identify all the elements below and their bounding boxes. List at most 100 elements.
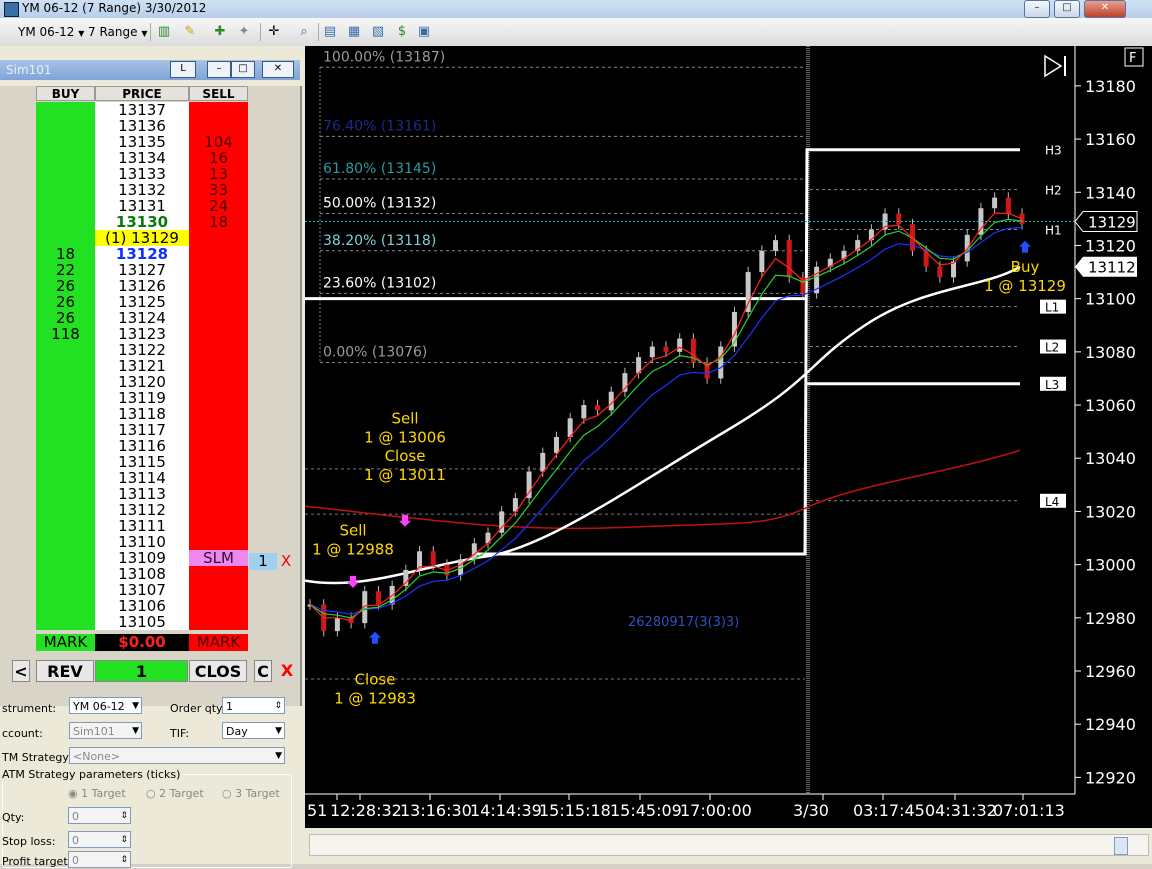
three-target-radio[interactable]: ○ 3 Target bbox=[222, 787, 280, 800]
sell-cell[interactable] bbox=[189, 262, 248, 278]
buy-cell[interactable] bbox=[36, 566, 95, 582]
period-selector[interactable]: 7 Range ▼ bbox=[84, 23, 151, 41]
dom-minimize-button[interactable]: – bbox=[207, 61, 231, 78]
qty-stepper[interactable]: 0 ⇕ bbox=[68, 807, 131, 824]
sell-cell[interactable] bbox=[189, 422, 248, 438]
sell-cell[interactable] bbox=[189, 294, 248, 310]
price-cell[interactable]: 13124 bbox=[95, 310, 189, 326]
sell-cell[interactable] bbox=[189, 486, 248, 502]
sell-cell[interactable] bbox=[189, 518, 248, 534]
sell-cell[interactable]: 16 bbox=[189, 150, 248, 166]
sell-cell[interactable] bbox=[189, 438, 248, 454]
price-cell[interactable]: 13106 bbox=[95, 598, 189, 614]
price-cell[interactable]: 13116 bbox=[95, 438, 189, 454]
price-cell[interactable]: 13113 bbox=[95, 486, 189, 502]
sell-cell[interactable] bbox=[189, 102, 248, 118]
sell-cell[interactable] bbox=[189, 502, 248, 518]
price-cell[interactable]: 13109 bbox=[95, 550, 189, 566]
close-button[interactable]: ✕ bbox=[1084, 0, 1126, 18]
sell-cell[interactable] bbox=[189, 534, 248, 550]
buy-cell[interactable]: 26 bbox=[36, 294, 95, 310]
price-cell[interactable]: 13135 bbox=[95, 134, 189, 150]
sell-cell[interactable] bbox=[189, 614, 248, 630]
sell-cell[interactable]: 24 bbox=[189, 198, 248, 214]
buy-cell[interactable] bbox=[36, 182, 95, 198]
sell-cell[interactable]: 18 bbox=[189, 214, 248, 230]
buy-cell[interactable]: 26 bbox=[36, 310, 95, 326]
instrument-select[interactable]: YM 06-12 ▼ bbox=[69, 697, 142, 714]
x-close-icon[interactable]: X bbox=[280, 660, 294, 682]
sell-cell[interactable] bbox=[189, 342, 248, 358]
sell-cell[interactable]: 104 bbox=[189, 134, 248, 150]
buy-cell[interactable]: 118 bbox=[36, 326, 95, 342]
price-cell[interactable]: 13122 bbox=[95, 342, 189, 358]
sell-cell[interactable] bbox=[189, 118, 248, 134]
sell-cell[interactable] bbox=[189, 278, 248, 294]
cancel-order-icon[interactable]: X bbox=[279, 553, 293, 570]
data-box-icon[interactable]: ▣ bbox=[416, 24, 432, 40]
scroll-thumb[interactable] bbox=[1114, 837, 1128, 855]
buy-cell[interactable] bbox=[36, 422, 95, 438]
buy-cell[interactable] bbox=[36, 454, 95, 470]
sell-cell[interactable] bbox=[189, 390, 248, 406]
price-cell[interactable]: 13118 bbox=[95, 406, 189, 422]
price-cell[interactable]: 13132 bbox=[95, 182, 189, 198]
buy-cell[interactable] bbox=[36, 582, 95, 598]
horizontal-scrollbar[interactable] bbox=[305, 828, 1152, 864]
zoom-icon[interactable]: ⌕ bbox=[296, 24, 312, 40]
properties-icon[interactable]: ▤ bbox=[322, 24, 338, 40]
buy-cell[interactable] bbox=[36, 230, 95, 246]
slm-order-qty[interactable]: 1 bbox=[249, 553, 277, 570]
dom-close-button[interactable]: ✕ bbox=[262, 61, 294, 78]
buy-cell[interactable] bbox=[36, 486, 95, 502]
price-cell[interactable]: 13119 bbox=[95, 390, 189, 406]
buy-cell[interactable] bbox=[36, 438, 95, 454]
price-cell[interactable]: (1) 13129 bbox=[95, 230, 189, 246]
buy-cell[interactable] bbox=[36, 470, 95, 486]
price-cell[interactable]: 13111 bbox=[95, 518, 189, 534]
price-cell[interactable]: 13121 bbox=[95, 358, 189, 374]
price-cell[interactable]: 13110 bbox=[95, 534, 189, 550]
sell-cell[interactable]: 13 bbox=[189, 166, 248, 182]
two-target-radio[interactable]: ○ 2 Target bbox=[146, 787, 204, 800]
sell-cell[interactable] bbox=[189, 566, 248, 582]
stop-loss-stepper[interactable]: 0 ⇕ bbox=[68, 831, 131, 848]
buy-cell[interactable] bbox=[36, 502, 95, 518]
price-cell[interactable]: 13127 bbox=[95, 262, 189, 278]
atm-strategy-select[interactable]: <None> ▼ bbox=[69, 747, 285, 764]
buy-cell[interactable] bbox=[36, 374, 95, 390]
add-indicator-icon[interactable]: ✚ bbox=[212, 24, 228, 40]
money-icon[interactable]: $ bbox=[394, 24, 410, 40]
price-cell[interactable]: 13128 bbox=[95, 246, 189, 262]
price-cell[interactable]: 13137 bbox=[95, 102, 189, 118]
buy-cell[interactable] bbox=[36, 406, 95, 422]
strategy-icon[interactable]: ✦ bbox=[236, 24, 252, 40]
link-button[interactable]: L bbox=[170, 61, 196, 78]
reverse-button[interactable]: REV bbox=[36, 660, 94, 682]
buy-cell[interactable] bbox=[36, 198, 95, 214]
crosshair-icon[interactable]: ✛ bbox=[266, 24, 282, 40]
buy-cell[interactable] bbox=[36, 598, 95, 614]
chart-canvas[interactable]: 100.00% (13187) 76.40% (13161) 61.80% (131… bbox=[305, 46, 1152, 828]
sell-mark[interactable]: MARK bbox=[189, 634, 248, 651]
cancel-all-button[interactable]: C bbox=[254, 660, 272, 682]
price-cell[interactable]: 13117 bbox=[95, 422, 189, 438]
buy-cell[interactable] bbox=[36, 166, 95, 182]
sell-cell[interactable] bbox=[189, 246, 248, 262]
sell-cell[interactable] bbox=[189, 358, 248, 374]
price-cell[interactable]: 13120 bbox=[95, 374, 189, 390]
price-cell[interactable]: 13133 bbox=[95, 166, 189, 182]
sell-cell[interactable]: 33 bbox=[189, 182, 248, 198]
sell-cell[interactable] bbox=[189, 230, 248, 246]
buy-cell[interactable]: 22 bbox=[36, 262, 95, 278]
price-cell[interactable]: 13108 bbox=[95, 566, 189, 582]
one-target-radio[interactable]: ◉ 1 Target bbox=[68, 787, 126, 800]
sell-cell[interactable] bbox=[189, 406, 248, 422]
price-cell[interactable]: 13134 bbox=[95, 150, 189, 166]
sell-cell[interactable] bbox=[189, 598, 248, 614]
price-cell[interactable]: 13115 bbox=[95, 454, 189, 470]
price-cell[interactable]: 13107 bbox=[95, 582, 189, 598]
sell-cell[interactable] bbox=[189, 470, 248, 486]
price-cell[interactable]: 13130 bbox=[95, 214, 189, 230]
price-cell[interactable]: 13123 bbox=[95, 326, 189, 342]
